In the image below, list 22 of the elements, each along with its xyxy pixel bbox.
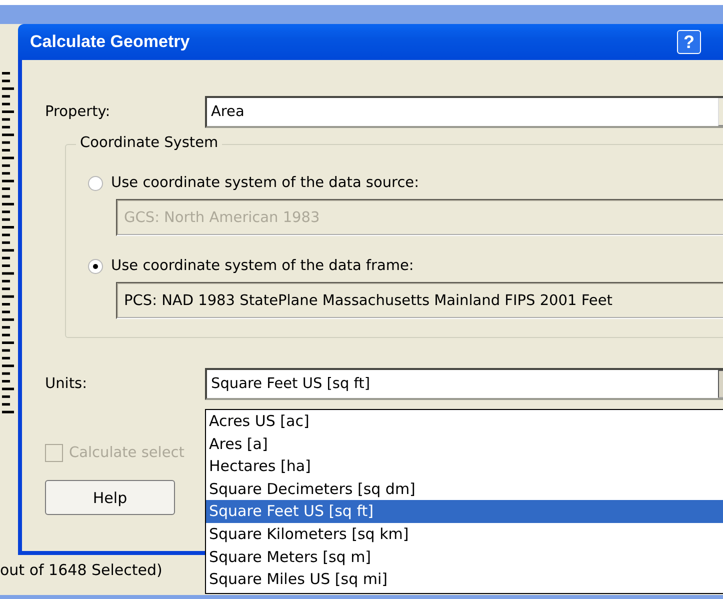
- dropdown-option[interactable]: Square Feet US [sq ft]: [206, 500, 723, 523]
- status-text: out of 1648 Selected): [0, 561, 162, 579]
- units-label: Units:: [45, 376, 88, 392]
- dropdown-option[interactable]: Ares [a]: [206, 432, 723, 456]
- property-dropdown[interactable]: Area: [205, 96, 723, 128]
- coordinate-system-field: GCS: North American 1983: [116, 199, 723, 236]
- dropdown-option[interactable]: Square Kilometers [sq km]: [206, 522, 723, 546]
- checkbox-label: Calculate select: [69, 445, 184, 461]
- dropdown-option[interactable]: Square Miles US [sq mi]: [206, 568, 723, 591]
- window-title: Calculate Geometry: [30, 32, 191, 52]
- help-button[interactable]: ?: [677, 30, 701, 54]
- coordinate-system-field: PCS: NAD 1983 StatePlane Massachusetts Mainland FIPS 2001 Feet: [116, 282, 723, 319]
- radio-option[interactable]: Use coordinate system of the data frame:: [88, 258, 414, 274]
- units-dropdown[interactable]: Square Feet US [sq ft]: [205, 368, 723, 400]
- dropdown-option[interactable]: Hectares [ha]: [206, 455, 723, 478]
- dropdown-option[interactable]: Acres US [ac]: [206, 410, 723, 433]
- group-legend: Coordinate System: [76, 135, 222, 151]
- radio-option[interactable]: Use coordinate system of the data source:: [88, 175, 419, 191]
- help-button[interactable]: Help: [45, 480, 175, 515]
- dropdown-option[interactable]: Square Meters [sq m]: [206, 546, 723, 568]
- dropdown-option[interactable]: Square Decimeters [sq dm]: [206, 478, 723, 500]
- property-label: Property:: [45, 104, 112, 120]
